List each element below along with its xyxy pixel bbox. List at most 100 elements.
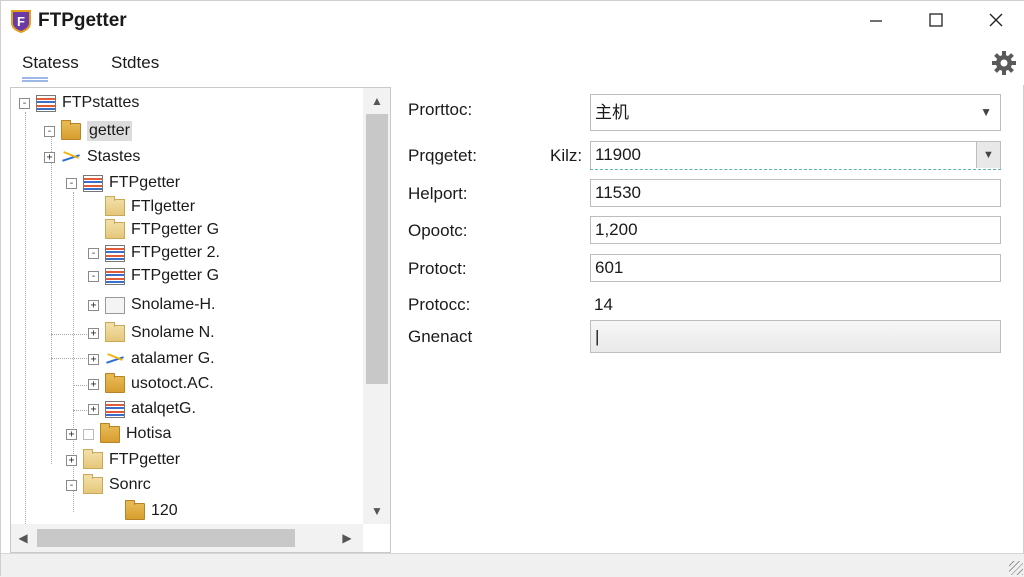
tree-item-label: FTPgetter bbox=[109, 451, 181, 468]
tree-item-label: Snolame-H. bbox=[131, 296, 216, 313]
document-icon bbox=[105, 296, 125, 314]
close-button[interactable] bbox=[967, 1, 1024, 39]
tree-item[interactable]: - FTPstattes bbox=[19, 92, 139, 114]
properties-panel: Prorttoc: 主机 ▼ Prqgetet: Kilz: 11900 ▼ H… bbox=[395, 87, 1023, 553]
svg-text:F: F bbox=[17, 14, 25, 29]
opport-input[interactable]: 1,200 bbox=[590, 216, 1001, 244]
collapse-icon[interactable]: - bbox=[66, 177, 77, 189]
app-window: F FTPgetter Statess Stdtes - FTPstattes … bbox=[0, 0, 1024, 577]
expand-icon[interactable]: + bbox=[88, 378, 99, 390]
tree-line bbox=[51, 134, 52, 464]
list-icon bbox=[105, 244, 125, 262]
chevron-down-icon: ▼ bbox=[980, 105, 992, 119]
tree-item-selected[interactable]: - getter bbox=[44, 119, 132, 142]
tree-line bbox=[51, 358, 91, 359]
tree-item-label: Stastes bbox=[87, 148, 141, 165]
tree-item[interactable]: + atalamer G. bbox=[88, 348, 215, 370]
app-title: FTPgetter bbox=[38, 10, 127, 31]
expand-icon[interactable]: + bbox=[44, 151, 55, 163]
network-icon bbox=[105, 351, 125, 368]
tree-item[interactable]: + Snolame-H. bbox=[88, 294, 215, 316]
tree-item[interactable]: FTPgetter G bbox=[88, 218, 220, 241]
field-underline bbox=[590, 169, 1001, 170]
tree-item[interactable]: FTlgetter bbox=[88, 195, 196, 218]
tree-item[interactable]: + usotoct.AC. bbox=[88, 372, 214, 395]
tab-statess[interactable]: Statess bbox=[22, 53, 79, 73]
tree-item[interactable]: - Sonrc bbox=[66, 473, 151, 496]
expand-icon[interactable]: + bbox=[66, 454, 77, 466]
minimize-button[interactable] bbox=[847, 1, 905, 39]
list-icon bbox=[36, 94, 56, 112]
folder-tree[interactable]: - FTPstattes - getter + Stastes - FTPget… bbox=[10, 87, 391, 553]
vertical-scroll-thumb[interactable] bbox=[366, 114, 388, 384]
folder-icon bbox=[83, 473, 103, 494]
tree-item-label: Snolame N. bbox=[131, 324, 215, 341]
chevron-down-icon[interactable]: ▼ bbox=[976, 142, 1000, 168]
list-icon bbox=[105, 267, 125, 285]
scroll-down-icon[interactable]: ▼ bbox=[367, 504, 387, 518]
folder-icon bbox=[100, 422, 120, 443]
genenact-input[interactable]: | bbox=[590, 320, 1001, 353]
collapse-icon[interactable]: - bbox=[19, 97, 30, 109]
helport-input[interactable]: 11530 bbox=[590, 179, 1001, 207]
expand-icon[interactable] bbox=[83, 428, 94, 440]
tree-item-label: 120 bbox=[151, 502, 178, 519]
expand-icon[interactable]: + bbox=[88, 403, 99, 415]
collapse-icon[interactable]: - bbox=[66, 479, 77, 491]
minimize-icon bbox=[870, 20, 882, 22]
protocol-value: 主机 bbox=[595, 103, 629, 122]
horizontal-scroll-thumb[interactable] bbox=[37, 529, 295, 547]
expand-icon[interactable]: + bbox=[66, 428, 77, 440]
vertical-scrollbar[interactable]: ▲ ▼ bbox=[363, 88, 390, 524]
collapse-icon[interactable]: - bbox=[88, 247, 99, 259]
tree-item-label: getter bbox=[87, 121, 132, 141]
gear-icon[interactable] bbox=[991, 50, 1017, 76]
scroll-left-icon[interactable]: ◀ bbox=[13, 531, 33, 545]
scroll-right-icon[interactable]: ▶ bbox=[337, 531, 357, 545]
tree-item[interactable]: + FTPgetter bbox=[66, 448, 181, 471]
resize-grip-icon[interactable] bbox=[1009, 561, 1023, 575]
folder-icon bbox=[105, 321, 125, 342]
protocc-value: 14 bbox=[594, 295, 613, 314]
tree-item[interactable]: 120 bbox=[108, 499, 178, 522]
tree-item[interactable]: + Hotisa bbox=[66, 422, 171, 445]
proxyget-label: Prqgetet: bbox=[408, 146, 477, 165]
kilz-combobox[interactable]: 11900 ▼ bbox=[590, 141, 1001, 169]
tree-item[interactable]: + Stastes bbox=[44, 146, 140, 168]
expand-icon[interactable]: + bbox=[88, 327, 99, 339]
folder-icon bbox=[105, 218, 125, 239]
tree-item-label: FTPgetter 2. bbox=[131, 244, 220, 261]
collapse-icon[interactable]: - bbox=[44, 125, 55, 137]
tree-item-label: FTPgetter bbox=[109, 174, 181, 191]
tree-item[interactable]: - FTPgetter 2. bbox=[88, 242, 220, 264]
tree-item[interactable]: + atalqetG. bbox=[88, 398, 196, 420]
kilz-value: 11900 bbox=[595, 145, 642, 164]
status-bar bbox=[1, 553, 1024, 577]
collapse-icon[interactable]: - bbox=[88, 270, 99, 282]
kilz-label: Kilz: bbox=[550, 146, 583, 165]
tree-item-label: FTPgetter G bbox=[131, 221, 220, 238]
expand-icon[interactable]: + bbox=[88, 353, 99, 365]
tree-item-label: FTlgetter bbox=[131, 198, 196, 215]
active-tab-indicator bbox=[22, 77, 48, 82]
tree-item[interactable]: - FTPgetter G bbox=[88, 265, 219, 287]
tree-line bbox=[51, 334, 91, 335]
network-icon bbox=[61, 149, 81, 166]
protoct-input[interactable]: 601 bbox=[590, 254, 1001, 282]
tree-item[interactable]: - FTPgetter bbox=[66, 172, 180, 194]
folder-icon bbox=[61, 119, 81, 140]
maximize-button[interactable] bbox=[907, 1, 965, 39]
tree-item-label: Sonrc bbox=[109, 476, 151, 493]
expand-icon[interactable]: + bbox=[88, 299, 99, 311]
tab-stdtes[interactable]: Stdtes bbox=[111, 53, 159, 73]
list-icon bbox=[105, 400, 125, 418]
tree-item[interactable]: + Snolame N. bbox=[88, 321, 215, 344]
scroll-up-icon[interactable]: ▲ bbox=[367, 94, 387, 108]
protocol-dropdown[interactable]: 主机 ▼ bbox=[590, 94, 1001, 131]
horizontal-scrollbar[interactable]: ◀ ▶ bbox=[11, 524, 363, 552]
tree-item-label: atalamer G. bbox=[131, 350, 215, 367]
folder-icon bbox=[105, 195, 125, 216]
tree-item-label: usotoct.AC. bbox=[131, 375, 214, 392]
